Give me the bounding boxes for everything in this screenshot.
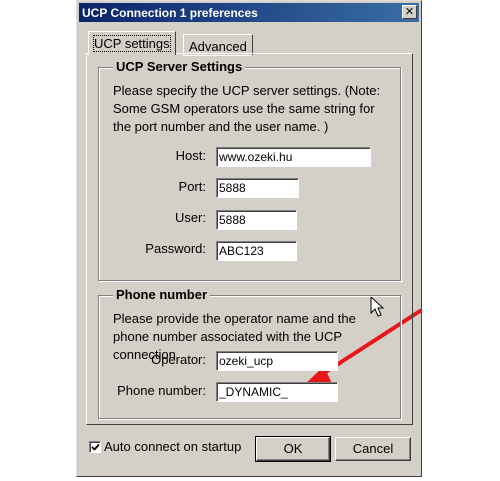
user-input[interactable] <box>216 210 297 230</box>
phone-number-input[interactable] <box>216 382 338 402</box>
password-label: Password: <box>145 241 206 256</box>
tab-label: Advanced <box>189 39 247 54</box>
operator-input[interactable] <box>216 351 338 371</box>
close-button[interactable]: ✕ <box>402 5 417 19</box>
cancel-button[interactable]: Cancel <box>335 437 411 461</box>
host-label: Host: <box>175 148 206 163</box>
phone-number-label: Phone number: <box>117 383 206 398</box>
auto-connect-label[interactable]: Auto connect on startup <box>104 439 241 454</box>
title-bar[interactable]: UCP Connection 1 preferences ✕ <box>79 3 419 22</box>
tab-ucp-settings[interactable]: UCP settings <box>88 31 176 55</box>
server-settings-group: UCP Server Settings Please specify the U… <box>98 59 401 281</box>
auto-connect-checkbox[interactable] <box>89 441 101 453</box>
preferences-dialog: UCP Connection 1 preferences ✕ UCP setti… <box>76 0 422 477</box>
ok-button[interactable]: OK <box>255 436 331 462</box>
tab-label: UCP settings <box>93 35 171 52</box>
ucp-settings-panel: UCP Server Settings Please specify the U… <box>86 53 413 425</box>
checkmark-icon <box>91 443 100 451</box>
phone-number-title: Phone number <box>113 287 211 302</box>
operator-label: Operator: <box>151 352 206 367</box>
window-title: UCP Connection 1 preferences <box>82 6 258 20</box>
server-settings-description: Please specify the UCP server settings. … <box>113 83 381 134</box>
port-label: Port: <box>178 179 206 194</box>
user-label: User: <box>174 210 206 225</box>
host-input[interactable] <box>216 147 371 167</box>
phone-number-group: Phone number Please provide the operator… <box>98 287 401 419</box>
password-input[interactable] <box>216 241 297 261</box>
close-icon: ✕ <box>404 6 415 18</box>
port-input[interactable] <box>216 178 299 198</box>
server-settings-title: UCP Server Settings <box>113 59 246 74</box>
